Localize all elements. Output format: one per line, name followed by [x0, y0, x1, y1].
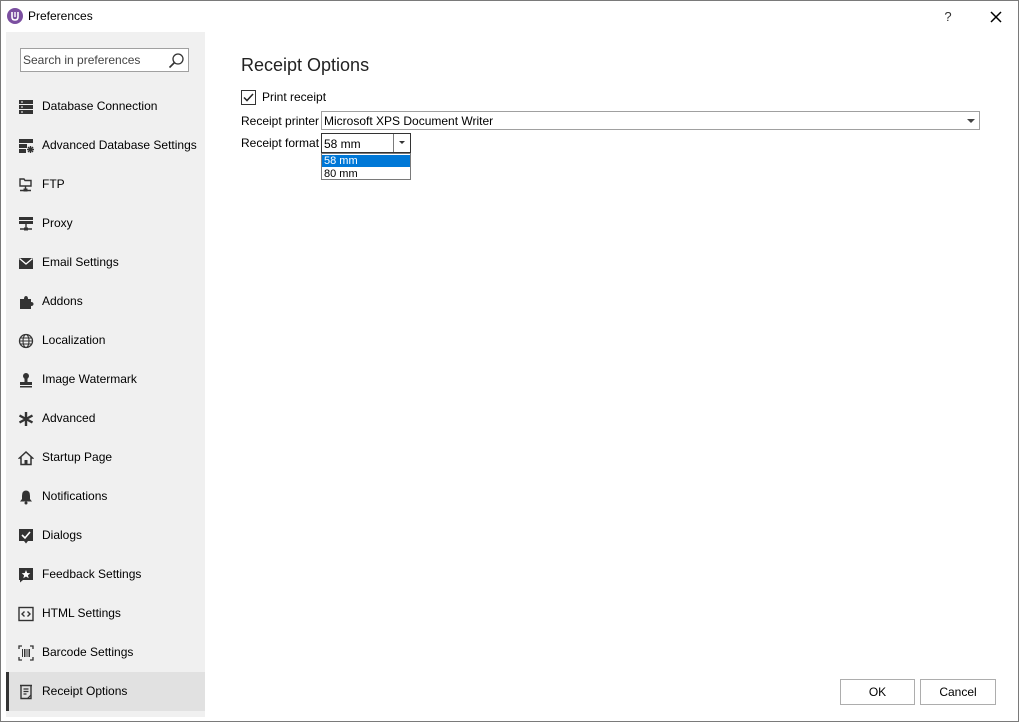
- close-icon: [990, 11, 1002, 23]
- sidebar: Database Connection Advanced Database Se…: [6, 32, 205, 717]
- sidebar-item-label: Barcode Settings: [42, 645, 134, 659]
- help-button[interactable]: ?: [938, 7, 958, 27]
- email-icon: [18, 255, 34, 271]
- receipt-format-dropdown-button[interactable]: [393, 134, 410, 152]
- chevron-down-icon: [399, 141, 405, 144]
- sidebar-item-label: Startup Page: [42, 450, 113, 464]
- ftp-icon: [18, 177, 34, 193]
- sidebar-item-advanced[interactable]: Advanced: [6, 399, 205, 438]
- database-settings-icon: [18, 138, 34, 154]
- title-bar: Preferences ?: [1, 1, 1018, 32]
- chevron-down-icon: [967, 119, 975, 123]
- receipt-format-value: 58 mm: [324, 137, 361, 151]
- sidebar-item-label: Addons: [42, 294, 83, 308]
- sidebar-item-label: Advanced: [42, 411, 96, 425]
- bell-icon: [18, 489, 34, 505]
- receipt-format-option-58mm[interactable]: 58 mm: [322, 155, 410, 167]
- sidebar-item-label: Notifications: [42, 489, 108, 503]
- search-icon[interactable]: [168, 52, 185, 69]
- app-logo-icon: [7, 8, 23, 24]
- proxy-icon: [18, 216, 34, 232]
- receipt-format-dropdown-list: 58 mm 80 mm: [321, 153, 411, 180]
- search-box[interactable]: [20, 48, 189, 72]
- receipt-printer-value: Microsoft XPS Document Writer: [324, 114, 494, 128]
- sidebar-item-barcode-settings[interactable]: Barcode Settings: [6, 633, 205, 672]
- sidebar-item-proxy[interactable]: Proxy: [6, 204, 205, 243]
- code-icon: [18, 606, 34, 622]
- sidebar-item-localization[interactable]: Localization: [6, 321, 205, 360]
- sidebar-item-html-settings[interactable]: HTML Settings: [6, 594, 205, 633]
- preferences-window: Preferences ? Database Connection Advanc…: [0, 0, 1019, 722]
- sidebar-item-database-connection[interactable]: Database Connection: [6, 87, 205, 126]
- page-title: Receipt Options: [241, 55, 370, 75]
- sidebar-item-label: Advanced Database Settings: [42, 138, 197, 152]
- sidebar-item-label: Dialogs: [42, 528, 83, 542]
- database-icon: [18, 99, 34, 115]
- sidebar-item-advanced-database-settings[interactable]: Advanced Database Settings: [6, 126, 205, 165]
- sidebar-item-image-watermark[interactable]: Image Watermark: [6, 360, 205, 399]
- sidebar-item-label: Receipt Options: [42, 684, 128, 698]
- receipt-printer-label: Receipt printer: [241, 114, 320, 128]
- print-receipt-option[interactable]: Print receipt: [241, 89, 326, 105]
- stamp-icon: [18, 372, 34, 388]
- cancel-button[interactable]: Cancel: [920, 679, 996, 705]
- print-receipt-label: Print receipt: [262, 90, 327, 104]
- sidebar-item-addons[interactable]: Addons: [6, 282, 205, 321]
- sidebar-item-startup-page[interactable]: Startup Page: [6, 438, 205, 477]
- asterisk-icon: [18, 411, 34, 427]
- search-input[interactable]: [23, 52, 163, 68]
- feedback-star-icon: [18, 567, 34, 583]
- receipt-icon: [18, 684, 34, 700]
- barcode-icon: [18, 645, 34, 661]
- sidebar-item-label: FTP: [42, 177, 65, 191]
- sidebar-item-label: Feedback Settings: [42, 567, 142, 581]
- sidebar-item-notifications[interactable]: Notifications: [6, 477, 205, 516]
- close-button[interactable]: [984, 5, 1008, 29]
- sidebar-item-email-settings[interactable]: Email Settings: [6, 243, 205, 282]
- sidebar-item-label: HTML Settings: [42, 606, 121, 620]
- window-title: Preferences: [28, 9, 93, 23]
- sidebar-item-label: Image Watermark: [42, 372, 137, 386]
- ok-button[interactable]: OK: [840, 679, 915, 705]
- dialog-check-icon: [18, 528, 34, 544]
- print-receipt-checkbox[interactable]: [241, 89, 256, 105]
- puzzle-icon: [18, 294, 34, 310]
- sidebar-item-label: Database Connection: [42, 99, 158, 113]
- sidebar-item-label: Proxy: [42, 216, 73, 230]
- main-content: Receipt Options Print receipt Receipt pr…: [205, 32, 1018, 721]
- receipt-format-option-80mm[interactable]: 80 mm: [322, 168, 410, 180]
- sidebar-item-dialogs[interactable]: Dialogs: [6, 516, 205, 555]
- globe-icon: [18, 333, 34, 349]
- sidebar-item-ftp[interactable]: FTP: [6, 165, 205, 204]
- sidebar-item-label: Email Settings: [42, 255, 119, 269]
- receipt-printer-select[interactable]: Microsoft XPS Document Writer: [321, 111, 980, 130]
- sidebar-item-receipt-options[interactable]: Receipt Options: [6, 672, 205, 711]
- sidebar-item-feedback-settings[interactable]: Feedback Settings: [6, 555, 205, 594]
- sidebar-item-label: Localization: [42, 333, 106, 347]
- sidebar-nav: Database Connection Advanced Database Se…: [6, 87, 205, 711]
- receipt-format-label: Receipt format: [241, 136, 320, 150]
- receipt-format-select[interactable]: 58 mm: [321, 133, 411, 153]
- checkmark-icon: [243, 92, 254, 102]
- home-icon: [18, 450, 34, 466]
